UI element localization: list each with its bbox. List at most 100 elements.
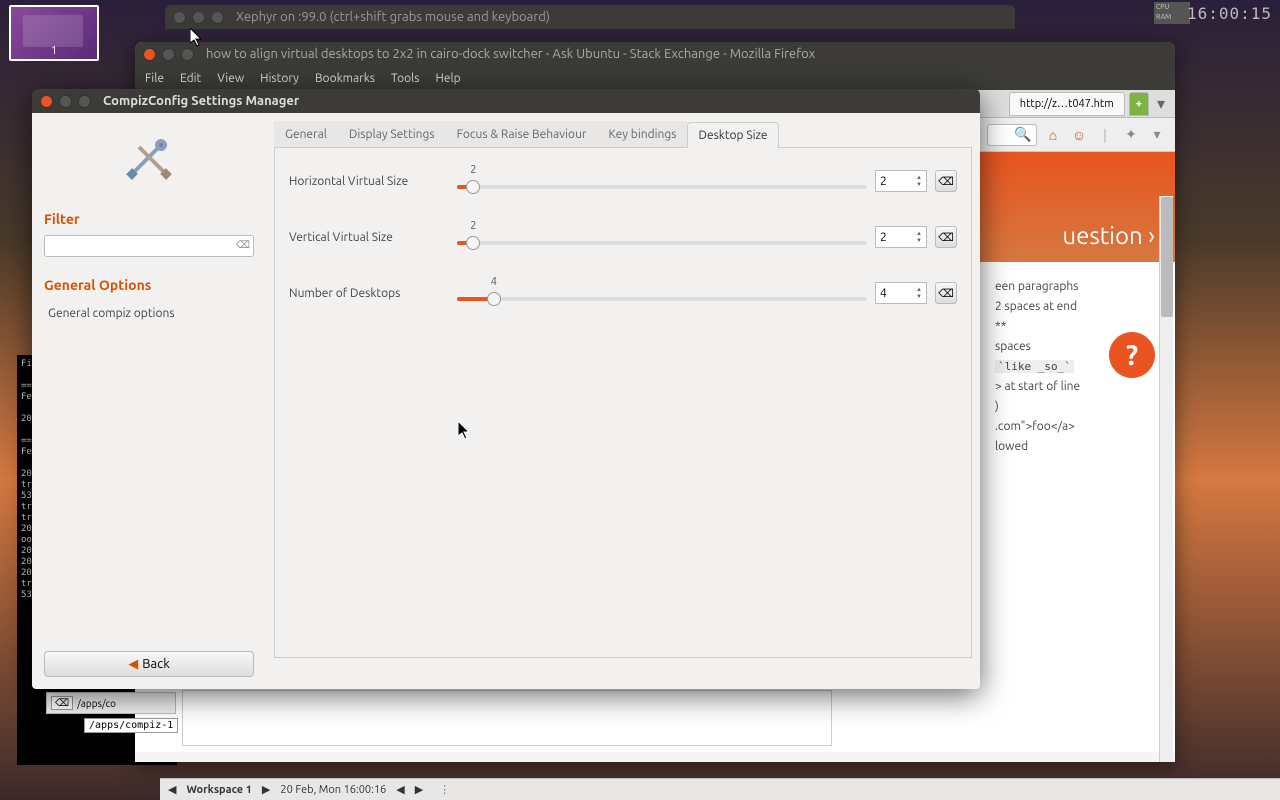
ccsm-title-text: CompizConfig Settings Manager	[103, 94, 299, 108]
slider-thumb[interactable]	[466, 236, 480, 250]
scrollbar-thumb[interactable]	[1161, 197, 1173, 317]
spin-value: 4	[880, 287, 887, 300]
gconf-path-text: /apps/co	[77, 698, 116, 709]
close-icon[interactable]	[173, 11, 186, 24]
back-button[interactable]: ◀ Back	[44, 651, 254, 677]
xephyr-title-text: Xephyr on :99.0 (ctrl+shift grabs mouse …	[236, 10, 550, 24]
menu-history[interactable]: History	[260, 72, 299, 85]
system-monitor-applet[interactable]: CPU RAM	[1154, 2, 1190, 24]
slider-value-label: 2	[470, 220, 476, 232]
panel-prev-icon[interactable]: ◀	[168, 783, 176, 796]
bottom-panel: ◀ Workspace 1 ▶ 20 Feb, Mon 16:00:16 ◀ ▶…	[160, 778, 1280, 800]
help-line: > at start of line	[995, 377, 1155, 397]
xephyr-window-titlebar[interactable]: Xephyr on :99.0 (ctrl+shift grabs mouse …	[165, 5, 1015, 29]
ccsm-tab-bar: GeneralDisplay SettingsFocus & Raise Beh…	[274, 121, 972, 148]
clear-filter-icon[interactable]: ⌫	[236, 239, 250, 251]
spin-down-icon[interactable]: ▼	[916, 181, 922, 188]
home-icon[interactable]: ⌂	[1043, 125, 1063, 145]
tab-desktop-size[interactable]: Desktop Size	[687, 122, 778, 148]
cursor-icon	[458, 421, 472, 441]
setting-label: Number of Desktops	[289, 287, 449, 300]
tab-display-settings[interactable]: Display Settings	[338, 121, 446, 147]
vertical-scrollbar[interactable]	[1159, 196, 1173, 762]
clear-icon[interactable]: ⌫	[51, 696, 73, 710]
spin-up-icon[interactable]: ▲	[916, 174, 922, 181]
browser-tab[interactable]: http://z…t047.htm	[1009, 92, 1125, 116]
answer-editor-box[interactable]	[182, 690, 832, 746]
setting-label: Vertical Virtual Size	[289, 231, 449, 244]
filter-heading: Filter	[44, 211, 254, 227]
cpu-label: CPU	[1154, 2, 1190, 12]
new-tab-button[interactable]: +	[1129, 92, 1149, 116]
slider-thumb[interactable]	[487, 292, 501, 306]
date-next-icon[interactable]: ▶	[415, 783, 423, 796]
menu-tools[interactable]: Tools	[391, 72, 420, 85]
gconf-path-entry[interactable]: ⌫ /apps/co	[46, 692, 176, 714]
spin-input[interactable]: 2 ▲▼	[875, 226, 927, 248]
tab-key-bindings[interactable]: Key bindings	[597, 121, 687, 147]
workspace-switcher-thumb[interactable]: 1	[9, 5, 99, 61]
panel-separator-icon: ⋮	[439, 783, 450, 796]
spin-input[interactable]: 2 ▲▼	[875, 170, 927, 192]
help-line: lowed	[995, 437, 1155, 457]
slider-value-label: 2	[470, 164, 476, 176]
reset-button[interactable]: ⌫	[935, 226, 957, 248]
spin-down-icon[interactable]: ▼	[916, 237, 922, 244]
minimize-icon[interactable]	[59, 95, 72, 108]
slider[interactable]: 2	[457, 234, 867, 252]
help-line: .com">foo</a>	[995, 417, 1155, 437]
tab-general[interactable]: General	[274, 121, 338, 147]
reset-button[interactable]: ⌫	[935, 170, 957, 192]
menu-dropdown-icon[interactable]: ▾	[1147, 125, 1167, 145]
ccsm-window: CompizConfig Settings Manager Filter ⌫ G…	[32, 89, 980, 689]
close-icon[interactable]	[40, 95, 53, 108]
workspace-indicator[interactable]: Workspace 1	[186, 784, 251, 796]
filter-input[interactable]	[44, 235, 254, 257]
spin-down-icon[interactable]: ▼	[916, 293, 922, 300]
spin-value: 2	[880, 231, 887, 244]
date-prev-icon[interactable]: ◀	[396, 783, 404, 796]
smiley-icon[interactable]: ☺	[1069, 125, 1089, 145]
gconf-path-entry-2[interactable]: /apps/compiz-1	[84, 718, 178, 733]
ram-label: RAM	[1154, 12, 1190, 22]
setting-row: Number of Desktops 4 4 ▲▼ ⌫	[289, 278, 957, 308]
menu-bookmarks[interactable]: Bookmarks	[315, 72, 375, 85]
spin-up-icon[interactable]: ▲	[916, 286, 922, 293]
maximize-icon[interactable]	[181, 48, 194, 61]
help-line: **	[995, 317, 1155, 337]
cursor-icon	[190, 28, 204, 48]
slider-value-label: 4	[491, 276, 497, 288]
addon-icon[interactable]: ✦	[1121, 125, 1141, 145]
menu-edit[interactable]: Edit	[180, 72, 201, 85]
tab-focus-raise-behaviour[interactable]: Focus & Raise Behaviour	[446, 121, 598, 147]
search-icon[interactable]: 🔍	[1013, 125, 1033, 145]
minimize-icon[interactable]	[162, 48, 175, 61]
panel-next-icon[interactable]: ▶	[262, 783, 270, 796]
menu-view[interactable]: View	[217, 72, 244, 85]
tab-dropdown-icon[interactable]: ▾	[1157, 94, 1165, 113]
general-compiz-options-item[interactable]: General compiz options	[44, 301, 254, 326]
spin-input[interactable]: 4 ▲▼	[875, 282, 927, 304]
maximize-icon[interactable]	[211, 11, 224, 24]
close-icon[interactable]	[143, 48, 156, 61]
slider-thumb[interactable]	[466, 180, 480, 194]
ask-question-link[interactable]: uestion ›	[1062, 222, 1155, 249]
slider[interactable]: 4	[457, 290, 867, 308]
menu-help[interactable]: Help	[436, 72, 461, 85]
setting-label: Horizontal Virtual Size	[289, 175, 449, 188]
panel-datetime[interactable]: 20 Feb, Mon 16:00:16	[280, 784, 386, 796]
help-line: )	[995, 397, 1155, 417]
ccsm-titlebar[interactable]: CompizConfig Settings Manager	[32, 89, 980, 113]
maximize-icon[interactable]	[78, 95, 91, 108]
search-box[interactable]: 🔍	[987, 124, 1037, 146]
reset-button[interactable]: ⌫	[935, 282, 957, 304]
panel-clock: 16:00:15	[1187, 4, 1272, 23]
minimize-icon[interactable]	[192, 11, 205, 24]
back-button-label: Back	[142, 657, 170, 671]
menu-file[interactable]: File	[145, 72, 164, 85]
firefox-titlebar[interactable]: how to align virtual desktops to 2x2 in …	[135, 42, 1175, 66]
desktop-size-pane: Horizontal Virtual Size 2 2 ▲▼ ⌫ Vertica…	[274, 148, 972, 658]
setting-row: Horizontal Virtual Size 2 2 ▲▼ ⌫	[289, 166, 957, 196]
slider[interactable]: 2	[457, 178, 867, 196]
spin-up-icon[interactable]: ▲	[916, 230, 922, 237]
